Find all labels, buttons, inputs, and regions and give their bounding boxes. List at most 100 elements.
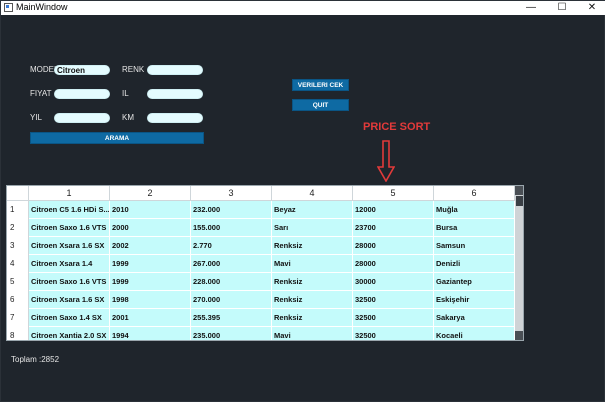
model-cell[interactable]: Citroen Xsara 1.6 SX: [29, 291, 110, 309]
table-row[interactable]: 4 Citroen Xsara 1.4 1999 267.000 Mavi 28…: [7, 255, 517, 273]
year-cell[interactable]: 1999: [110, 255, 191, 273]
price-cell[interactable]: 30000: [353, 273, 434, 291]
table-row[interactable]: 1 Citroen C5 1.6 HDi S... 2010 232.000 B…: [7, 201, 517, 219]
total-count: Toplam :2852: [11, 355, 60, 364]
yil-label: YIL: [30, 113, 43, 122]
il-label: IL: [122, 89, 129, 98]
city-cell[interactable]: Muğla: [434, 201, 515, 219]
maximize-button[interactable]: ☐: [547, 1, 577, 15]
model-cell[interactable]: Citroen Xsara 1.6 SX: [29, 237, 110, 255]
column-header[interactable]: 2: [110, 186, 191, 201]
column-header[interactable]: 1: [29, 186, 110, 201]
vertical-scrollbar[interactable]: [515, 186, 523, 340]
price-sort-annotation: PRICE SORT: [363, 121, 431, 133]
km-field[interactable]: [147, 113, 203, 123]
color-cell[interactable]: Renksiz: [272, 309, 353, 327]
year-cell[interactable]: 2000: [110, 219, 191, 237]
column-header[interactable]: 4: [272, 186, 353, 201]
city-cell[interactable]: Sakarya: [434, 309, 515, 327]
il-field[interactable]: [147, 89, 203, 99]
table-row[interactable]: 6 Citroen Xsara 1.6 SX 1998 270.000 Renk…: [7, 291, 517, 309]
column-header[interactable]: 3: [191, 186, 272, 201]
main-window: MainWindow — ☐ ✕ MODEL Citroen RENK FIYA…: [0, 0, 605, 402]
price-cell[interactable]: 28000: [353, 255, 434, 273]
color-cell[interactable]: Renksiz: [272, 237, 353, 255]
data-table[interactable]: 1 2 3 4 5 6 1 Citroen C5 1.6 HDi S... 20…: [6, 185, 524, 341]
renk-field[interactable]: [147, 65, 203, 75]
corner-header: [7, 186, 29, 201]
verileri-cek-button[interactable]: VERILERI CEK: [292, 79, 349, 91]
km-cell[interactable]: 232.000: [191, 201, 272, 219]
scroll-thumb[interactable]: [516, 196, 523, 206]
color-cell[interactable]: Sarı: [272, 219, 353, 237]
fiyat-field[interactable]: [54, 89, 110, 99]
price-cell[interactable]: 28000: [353, 237, 434, 255]
model-cell[interactable]: Citroen C5 1.6 HDi S...: [29, 201, 110, 219]
model-cell[interactable]: Citroen Saxo 1.6 VTS: [29, 273, 110, 291]
color-cell[interactable]: Renksiz: [272, 291, 353, 309]
year-cell[interactable]: 1994: [110, 327, 191, 340]
title-bar: MainWindow — ☐ ✕: [1, 1, 605, 15]
arama-button[interactable]: ARAMA: [30, 132, 204, 144]
price-cell[interactable]: 32500: [353, 309, 434, 327]
table-row[interactable]: 7 Citroen Saxo 1.4 SX 2001 255.395 Renks…: [7, 309, 517, 327]
table-row[interactable]: 3 Citroen Xsara 1.6 SX 2002 2.770 Renksi…: [7, 237, 517, 255]
column-header[interactable]: 5: [353, 186, 434, 201]
scroll-down-arrow[interactable]: [515, 331, 523, 340]
color-cell[interactable]: Renksiz: [272, 273, 353, 291]
km-cell[interactable]: 155.000: [191, 219, 272, 237]
color-cell[interactable]: Beyaz: [272, 201, 353, 219]
year-cell[interactable]: 2001: [110, 309, 191, 327]
model-cell[interactable]: Citroen Saxo 1.4 SX: [29, 309, 110, 327]
scroll-up-arrow[interactable]: [515, 186, 523, 195]
row-number: 2: [7, 219, 29, 237]
km-cell[interactable]: 270.000: [191, 291, 272, 309]
table-row[interactable]: 5 Citroen Saxo 1.6 VTS 1999 228.000 Renk…: [7, 273, 517, 291]
city-cell[interactable]: Gaziantep: [434, 273, 515, 291]
model-cell[interactable]: Citroen Xsara 1.4: [29, 255, 110, 273]
year-cell[interactable]: 1999: [110, 273, 191, 291]
color-cell[interactable]: Mavi: [272, 327, 353, 340]
column-header[interactable]: 6: [434, 186, 515, 201]
city-cell[interactable]: Kocaeli: [434, 327, 515, 340]
close-button[interactable]: ✕: [577, 1, 605, 15]
km-cell[interactable]: 228.000: [191, 273, 272, 291]
km-cell[interactable]: 267.000: [191, 255, 272, 273]
renk-label: RENK: [122, 65, 145, 74]
model-field[interactable]: Citroen: [54, 65, 110, 75]
city-cell[interactable]: Samsun: [434, 237, 515, 255]
row-number: 8: [7, 327, 29, 340]
km-cell[interactable]: 235.000: [191, 327, 272, 340]
table-row[interactable]: 2 Citroen Saxo 1.6 VTS 2000 155.000 Sarı…: [7, 219, 517, 237]
down-arrow-icon: [377, 140, 395, 182]
fiyat-label: FIYAT: [30, 89, 52, 98]
km-cell[interactable]: 2.770: [191, 237, 272, 255]
table-row[interactable]: 8 Citroen Xantia 2.0 SX 1994 235.000 Mav…: [7, 327, 517, 340]
km-label: KM: [122, 113, 134, 122]
city-cell[interactable]: Bursa: [434, 219, 515, 237]
app-icon: [4, 3, 13, 12]
city-cell[interactable]: Eskişehir: [434, 291, 515, 309]
km-cell[interactable]: 255.395: [191, 309, 272, 327]
year-cell[interactable]: 2010: [110, 201, 191, 219]
row-number: 6: [7, 291, 29, 309]
city-cell[interactable]: Denizli: [434, 255, 515, 273]
row-number: 4: [7, 255, 29, 273]
model-cell[interactable]: Citroen Saxo 1.6 VTS: [29, 219, 110, 237]
window-title: MainWindow: [16, 2, 68, 12]
table-header: 1 2 3 4 5 6: [7, 186, 517, 201]
year-cell[interactable]: 2002: [110, 237, 191, 255]
model-cell[interactable]: Citroen Xantia 2.0 SX: [29, 327, 110, 340]
price-cell[interactable]: 32500: [353, 291, 434, 309]
yil-field[interactable]: [54, 113, 110, 123]
minimize-button[interactable]: —: [516, 1, 546, 15]
price-cell[interactable]: 12000: [353, 201, 434, 219]
year-cell[interactable]: 1998: [110, 291, 191, 309]
price-cell[interactable]: 23700: [353, 219, 434, 237]
price-cell[interactable]: 32500: [353, 327, 434, 340]
row-number: 1: [7, 201, 29, 219]
quit-button[interactable]: QUIT: [292, 99, 349, 111]
row-number: 3: [7, 237, 29, 255]
color-cell[interactable]: Mavi: [272, 255, 353, 273]
row-number: 5: [7, 273, 29, 291]
